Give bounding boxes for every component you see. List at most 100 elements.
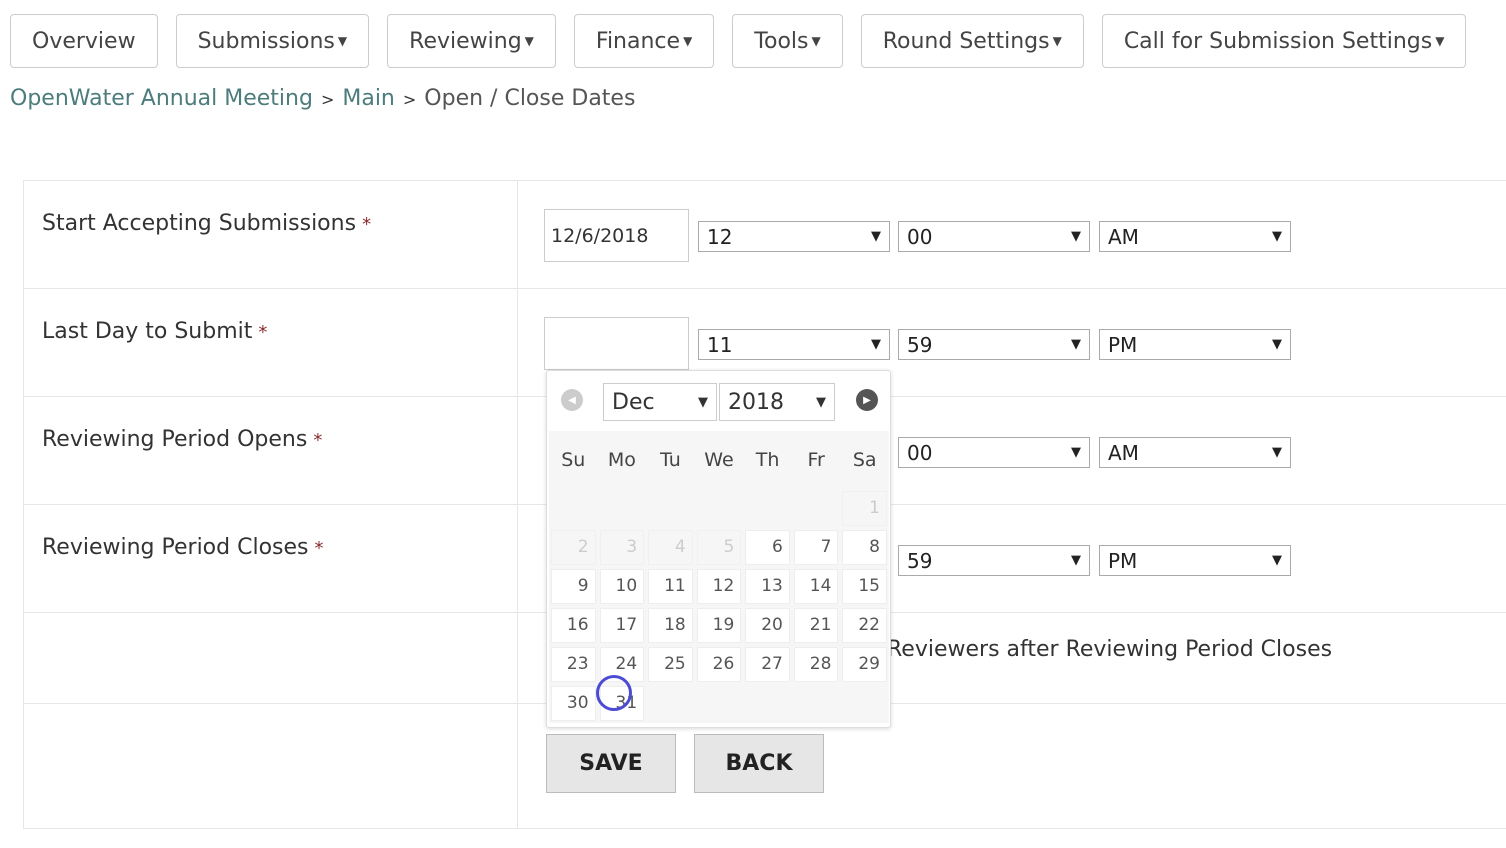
minute-select[interactable]: 00 ▼: [898, 437, 1090, 468]
calendar-day-5: 5: [696, 530, 742, 565]
hour-select[interactable]: 11 ▼: [698, 329, 890, 360]
breadcrumb-main[interactable]: Main: [342, 86, 395, 111]
calendar-day-12[interactable]: 12: [696, 569, 742, 604]
caret-down-icon: ▼: [524, 34, 534, 48]
nav-tools[interactable]: Tools ▼: [732, 14, 843, 68]
breadcrumb-event[interactable]: OpenWater Annual Meeting: [10, 86, 313, 111]
field-label: Start Accepting Submissions *: [23, 181, 518, 288]
nav-round-settings[interactable]: Round Settings ▼: [860, 14, 1084, 68]
nav-overview[interactable]: Overview: [10, 14, 158, 68]
calendar-day-16[interactable]: 16: [551, 608, 596, 643]
minute-select[interactable]: 59 ▼: [898, 545, 1090, 576]
reviewers-note: Reviewers after Reviewing Period Closes: [887, 637, 1333, 662]
nav-call-for-submission-settings[interactable]: Call for Submission Settings ▼: [1101, 14, 1467, 68]
datepicker: ◀ Dec ▼ 2018 ▼ ▶ Su Mo Tu We Th Fr Sa 1234567891…: [546, 370, 891, 728]
ampm-select[interactable]: AM ▼: [1099, 437, 1291, 468]
calendar-day-22[interactable]: 22: [842, 608, 887, 643]
calendar-day-23[interactable]: 23: [551, 647, 596, 682]
dropdown-arrow-icon: ▼: [1071, 337, 1081, 352]
calendar-day-17[interactable]: 17: [599, 608, 645, 643]
calendar-blank: [745, 491, 790, 526]
calendar-day-15[interactable]: 15: [842, 569, 887, 604]
calendar-day-14[interactable]: 14: [793, 569, 839, 604]
weekday-header: Fr: [807, 449, 825, 471]
ampm-select[interactable]: AM ▼: [1099, 221, 1291, 252]
weekday-header: Tu: [660, 449, 681, 471]
calendar-blank: [551, 491, 596, 526]
weekday-header: We: [704, 449, 734, 471]
date-input[interactable]: [544, 317, 689, 370]
year-select[interactable]: 2018 ▼: [719, 383, 835, 421]
save-button[interactable]: SAVE: [546, 734, 676, 793]
calendar-day-28[interactable]: 28: [793, 647, 839, 682]
dropdown-arrow-icon: ▼: [871, 337, 881, 352]
back-button[interactable]: BACK: [694, 734, 824, 793]
calendar-day-30[interactable]: 30: [551, 686, 596, 721]
calendar-day-29[interactable]: 29: [842, 647, 887, 682]
hour-select[interactable]: 12 ▼: [698, 221, 890, 252]
dropdown-arrow-icon: ▼: [1071, 553, 1081, 568]
caret-down-icon: ▼: [811, 34, 821, 48]
caret-down-icon: ▼: [337, 34, 348, 48]
nav-submissions[interactable]: Submissions ▼: [175, 14, 370, 68]
dropdown-arrow-icon: ▼: [1272, 229, 1282, 244]
click-indicator: [596, 675, 632, 711]
calendar-day-20[interactable]: 20: [745, 608, 790, 643]
minute-select[interactable]: 59 ▼: [898, 329, 1090, 360]
dropdown-arrow-icon: ▼: [1272, 445, 1282, 460]
dropdown-arrow-icon: ▼: [698, 394, 708, 410]
calendar-day-7[interactable]: 7: [793, 530, 839, 565]
calendar-day-25[interactable]: 25: [648, 647, 693, 682]
calendar-day-1: 1: [842, 491, 887, 526]
weekday-header: Mo: [607, 449, 636, 471]
dropdown-arrow-icon: ▼: [1272, 337, 1282, 352]
next-month-icon[interactable]: ▶: [856, 389, 878, 411]
calendar-blank: [600, 491, 645, 526]
required-icon: *: [258, 322, 268, 343]
calendar-day-18[interactable]: 18: [648, 608, 693, 643]
calendar-day-19[interactable]: 19: [696, 608, 742, 643]
caret-down-icon: ▼: [1435, 34, 1445, 48]
field-label: Reviewing Period Opens *: [23, 397, 518, 504]
required-icon: *: [362, 214, 372, 235]
calendar-day-27[interactable]: 27: [745, 647, 790, 682]
minute-select[interactable]: 00 ▼: [898, 221, 1090, 252]
field-label: [23, 704, 518, 828]
calendar-day-8[interactable]: 8: [842, 530, 887, 565]
breadcrumb: OpenWater Annual Meeting > Main > Open / Clo…: [10, 86, 636, 111]
calendar-day-6[interactable]: 6: [745, 530, 790, 565]
calendar-day-21[interactable]: 21: [793, 608, 839, 643]
dropdown-arrow-icon: ▼: [816, 394, 826, 410]
calendar-day-10[interactable]: 10: [599, 569, 645, 604]
field-label: [23, 613, 518, 703]
caret-down-icon: ▼: [1052, 34, 1062, 48]
form-row: Start Accepting Submissions * 12/6/2018 12 ▼…: [23, 181, 1506, 289]
calendar-day-26[interactable]: 26: [696, 647, 742, 682]
required-icon: *: [314, 538, 324, 559]
field-label: Last Day to Submit *: [23, 289, 518, 396]
calendar-day-11[interactable]: 11: [648, 569, 693, 604]
calendar-day-13[interactable]: 13: [745, 569, 790, 604]
ampm-select[interactable]: PM ▼: [1099, 545, 1291, 576]
ampm-select[interactable]: PM ▼: [1099, 329, 1291, 360]
weekday-header: Sa: [852, 449, 877, 471]
date-input[interactable]: 12/6/2018: [544, 209, 689, 262]
weekday-header: Su: [561, 449, 586, 471]
nav-reviewing[interactable]: Reviewing ▼: [387, 14, 556, 68]
breadcrumb-current: Open / Close Dates: [424, 86, 636, 111]
month-select[interactable]: Dec ▼: [603, 383, 717, 421]
weekday-header: Th: [755, 449, 780, 471]
prev-month-icon[interactable]: ◀: [561, 389, 583, 411]
calendar-blank: [697, 491, 742, 526]
dropdown-arrow-icon: ▼: [1071, 229, 1081, 244]
field-label: Reviewing Period Closes *: [23, 505, 518, 612]
nav-finance[interactable]: Finance ▼: [573, 14, 715, 68]
required-icon: *: [313, 430, 323, 451]
top-nav: Overview Submissions ▼ Reviewing ▼ Finance ▼ To…: [10, 14, 1467, 68]
calendar-day-3: 3: [599, 530, 645, 565]
dropdown-arrow-icon: ▼: [1071, 445, 1081, 460]
calendar-blank: [794, 491, 839, 526]
dropdown-arrow-icon: ▼: [871, 229, 881, 244]
calendar-day-9[interactable]: 9: [551, 569, 596, 604]
caret-down-icon: ▼: [683, 34, 693, 48]
